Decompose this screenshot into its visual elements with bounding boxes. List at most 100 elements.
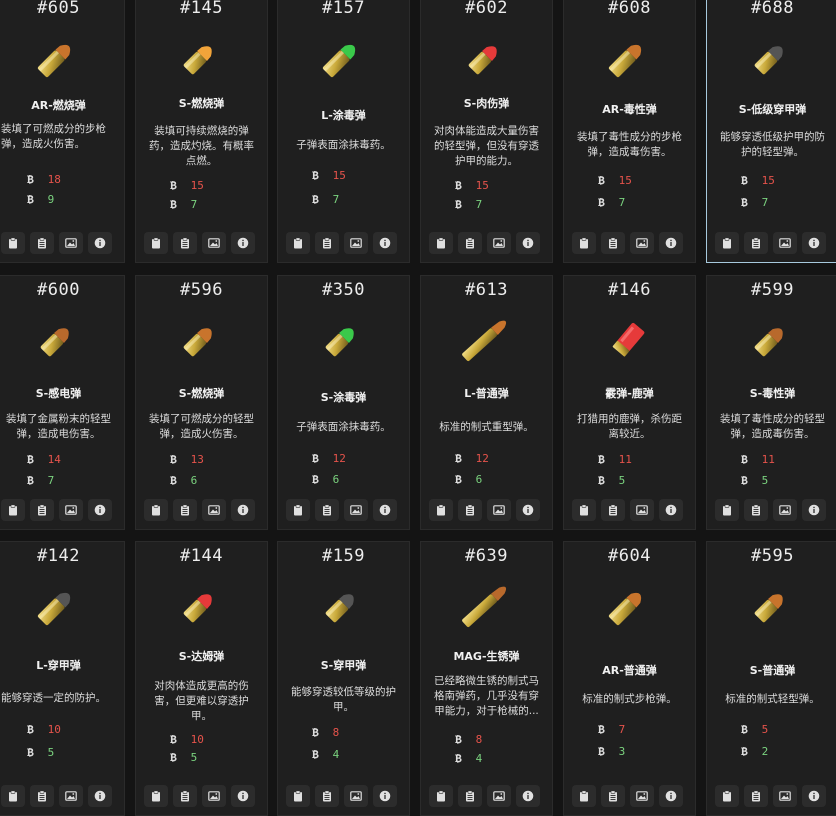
clipboard-list-button[interactable]	[173, 785, 197, 807]
image-button[interactable]	[202, 232, 226, 254]
ammo-card[interactable]: #613 L-普通弹 标准的制式重型弹。 ₿ 12 ₿ 6	[420, 275, 553, 530]
info-button[interactable]	[373, 232, 397, 254]
info-button[interactable]	[373, 785, 397, 807]
clipboard-list-button[interactable]	[601, 499, 625, 521]
info-button[interactable]	[231, 785, 255, 807]
clipboard-button[interactable]	[286, 232, 310, 254]
info-button[interactable]	[231, 232, 255, 254]
clipboard-list-button[interactable]	[315, 499, 339, 521]
bullet-image	[462, 586, 507, 627]
clipboard-button[interactable]	[429, 499, 453, 521]
image-button[interactable]	[773, 499, 797, 521]
ammo-card[interactable]: #145 S-燃烧弹 装填可持续燃烧的弹药，造成灼烧。有概率点燃。 ₿ 15 ₿ 7	[135, 0, 268, 263]
ammo-card[interactable]: #157 L-涂毒弹 子弹表面涂抹毒药。 ₿ 15 ₿ 7	[277, 0, 410, 263]
clipboard-button[interactable]	[1, 499, 25, 521]
clipboard-button[interactable]	[144, 232, 168, 254]
info-button[interactable]	[659, 232, 683, 254]
clipboard-list-button[interactable]	[315, 785, 339, 807]
clipboard-list-button[interactable]	[30, 499, 54, 521]
ammo-card[interactable]: #600 S-感电弹 装填了金属粉末的轻型弹，造成电伤害。 ₿ 14 ₿ 7	[0, 275, 125, 530]
image-button[interactable]	[344, 232, 368, 254]
image-button[interactable]	[59, 499, 83, 521]
clipboard-button[interactable]	[286, 785, 310, 807]
clipboard-list-icon	[464, 237, 476, 249]
clipboard-button[interactable]	[572, 232, 596, 254]
ammo-card[interactable]: #599 S-毒性弹 装填了毒性成分的轻型弹，造成毒伤害。 ₿ 11 ₿ 5	[706, 275, 836, 530]
ammo-card[interactable]: #144 S-达姆弹 对肉体造成更高的伤害，但更难以穿透护甲。 ₿ 10 ₿ 5	[135, 541, 268, 816]
info-button[interactable]	[802, 785, 826, 807]
clipboard-button[interactable]	[144, 785, 168, 807]
ammo-card[interactable]: #608 AR-毒性弹 装填了毒性成分的步枪弹，造成毒伤害。 ₿ 15 ₿ 7	[563, 0, 696, 263]
ammo-card[interactable]: #688 S-低级穿甲弹 能够穿透低级护甲的防护的轻型弹。 ₿ 15 ₿ 7	[706, 0, 836, 263]
image-button[interactable]	[630, 785, 654, 807]
image-button[interactable]	[59, 785, 83, 807]
clipboard-button[interactable]	[429, 785, 453, 807]
ammo-card[interactable]: #596 S-燃烧弹 装填了可燃成分的轻型弹，造成火伤害。 ₿ 13 ₿ 6	[135, 275, 268, 530]
clipboard-list-button[interactable]	[173, 499, 197, 521]
image-button[interactable]	[487, 499, 511, 521]
ammo-card[interactable]: #159 S-穿甲弹 能够穿透较低等级的护甲。 ₿ 8 ₿ 4	[277, 541, 410, 816]
info-button[interactable]	[516, 499, 540, 521]
info-button[interactable]	[802, 499, 826, 521]
currency-icon: ₿	[741, 745, 748, 758]
image-button[interactable]	[344, 499, 368, 521]
ammo-card[interactable]: #602 S-肉伤弹 对肉体能造成大量伤害的轻型弹，但没有穿透护甲的能力。 ₿ 1…	[420, 0, 553, 263]
info-button[interactable]	[659, 785, 683, 807]
clipboard-list-button[interactable]	[315, 232, 339, 254]
ammo-card[interactable]: #350 S-涂毒弹 子弹表面涂抹毒药。 ₿ 12 ₿ 6	[277, 275, 410, 530]
currency-icon: ₿	[27, 193, 34, 206]
image-button[interactable]	[344, 785, 368, 807]
ammo-card[interactable]: #604 AR-普通弹 标准的制式步枪弹。 ₿ 7 ₿ 3	[563, 541, 696, 816]
info-button[interactable]	[802, 232, 826, 254]
info-button[interactable]	[88, 232, 112, 254]
ammo-card[interactable]: #146 霰弹-鹿弹 打猎用的鹿弹，杀伤距离较近。 ₿ 11 ₿ 5	[563, 275, 696, 530]
clipboard-list-button[interactable]	[601, 785, 625, 807]
image-button[interactable]	[202, 785, 226, 807]
penetration-value: 4	[475, 752, 483, 765]
clipboard-button[interactable]	[429, 232, 453, 254]
ammo-card[interactable]: #605 AR-燃烧弹 装填了可燃成分的步枪弹，造成火伤害。 ₿ 18 ₿ 9	[0, 0, 125, 263]
bullet-image	[183, 46, 212, 75]
info-button[interactable]	[516, 785, 540, 807]
ammo-card[interactable]: #639 MAG-生锈弹 已经略微生锈的制式马格南弹药，几乎没有穿甲能力，对于枪…	[420, 541, 553, 816]
ammo-card[interactable]: #595 S-普通弹 标准的制式轻型弹。 ₿ 5 ₿ 2	[706, 541, 836, 816]
image-button[interactable]	[59, 232, 83, 254]
info-button[interactable]	[516, 232, 540, 254]
clipboard-button[interactable]	[715, 499, 739, 521]
currency-icon: ₿	[312, 193, 319, 206]
info-button[interactable]	[659, 499, 683, 521]
clipboard-list-button[interactable]	[458, 499, 482, 521]
clipboard-list-button[interactable]	[30, 785, 54, 807]
clipboard-list-button[interactable]	[744, 785, 768, 807]
clipboard-button[interactable]	[572, 499, 596, 521]
clipboard-button[interactable]	[1, 232, 25, 254]
clipboard-list-button[interactable]	[744, 232, 768, 254]
image-button[interactable]	[630, 232, 654, 254]
clipboard-list-button[interactable]	[458, 785, 482, 807]
image-button[interactable]	[487, 232, 511, 254]
info-button[interactable]	[231, 499, 255, 521]
clipboard-button[interactable]	[715, 232, 739, 254]
info-button[interactable]	[373, 499, 397, 521]
image-button[interactable]	[773, 785, 797, 807]
info-button[interactable]	[88, 785, 112, 807]
clipboard-button[interactable]	[1, 785, 25, 807]
clipboard-list-button[interactable]	[173, 232, 197, 254]
clipboard-button[interactable]	[144, 499, 168, 521]
clipboard-button[interactable]	[286, 499, 310, 521]
clipboard-list-button[interactable]	[744, 499, 768, 521]
image-button[interactable]	[487, 785, 511, 807]
ammo-card[interactable]: #142 L-穿甲弹 能够穿透一定的防护。 ₿ 10 ₿ 5	[0, 541, 125, 816]
image-button[interactable]	[773, 232, 797, 254]
clipboard-button[interactable]	[572, 785, 596, 807]
clipboard-list-button[interactable]	[458, 232, 482, 254]
penetration-stat: ₿ 7	[741, 196, 768, 210]
image-button[interactable]	[630, 499, 654, 521]
clipboard-list-button[interactable]	[30, 232, 54, 254]
clipboard-list-button[interactable]	[601, 232, 625, 254]
image-icon	[493, 790, 505, 802]
clipboard-button[interactable]	[715, 785, 739, 807]
image-button[interactable]	[202, 499, 226, 521]
info-icon	[237, 504, 249, 516]
info-button[interactable]	[88, 499, 112, 521]
